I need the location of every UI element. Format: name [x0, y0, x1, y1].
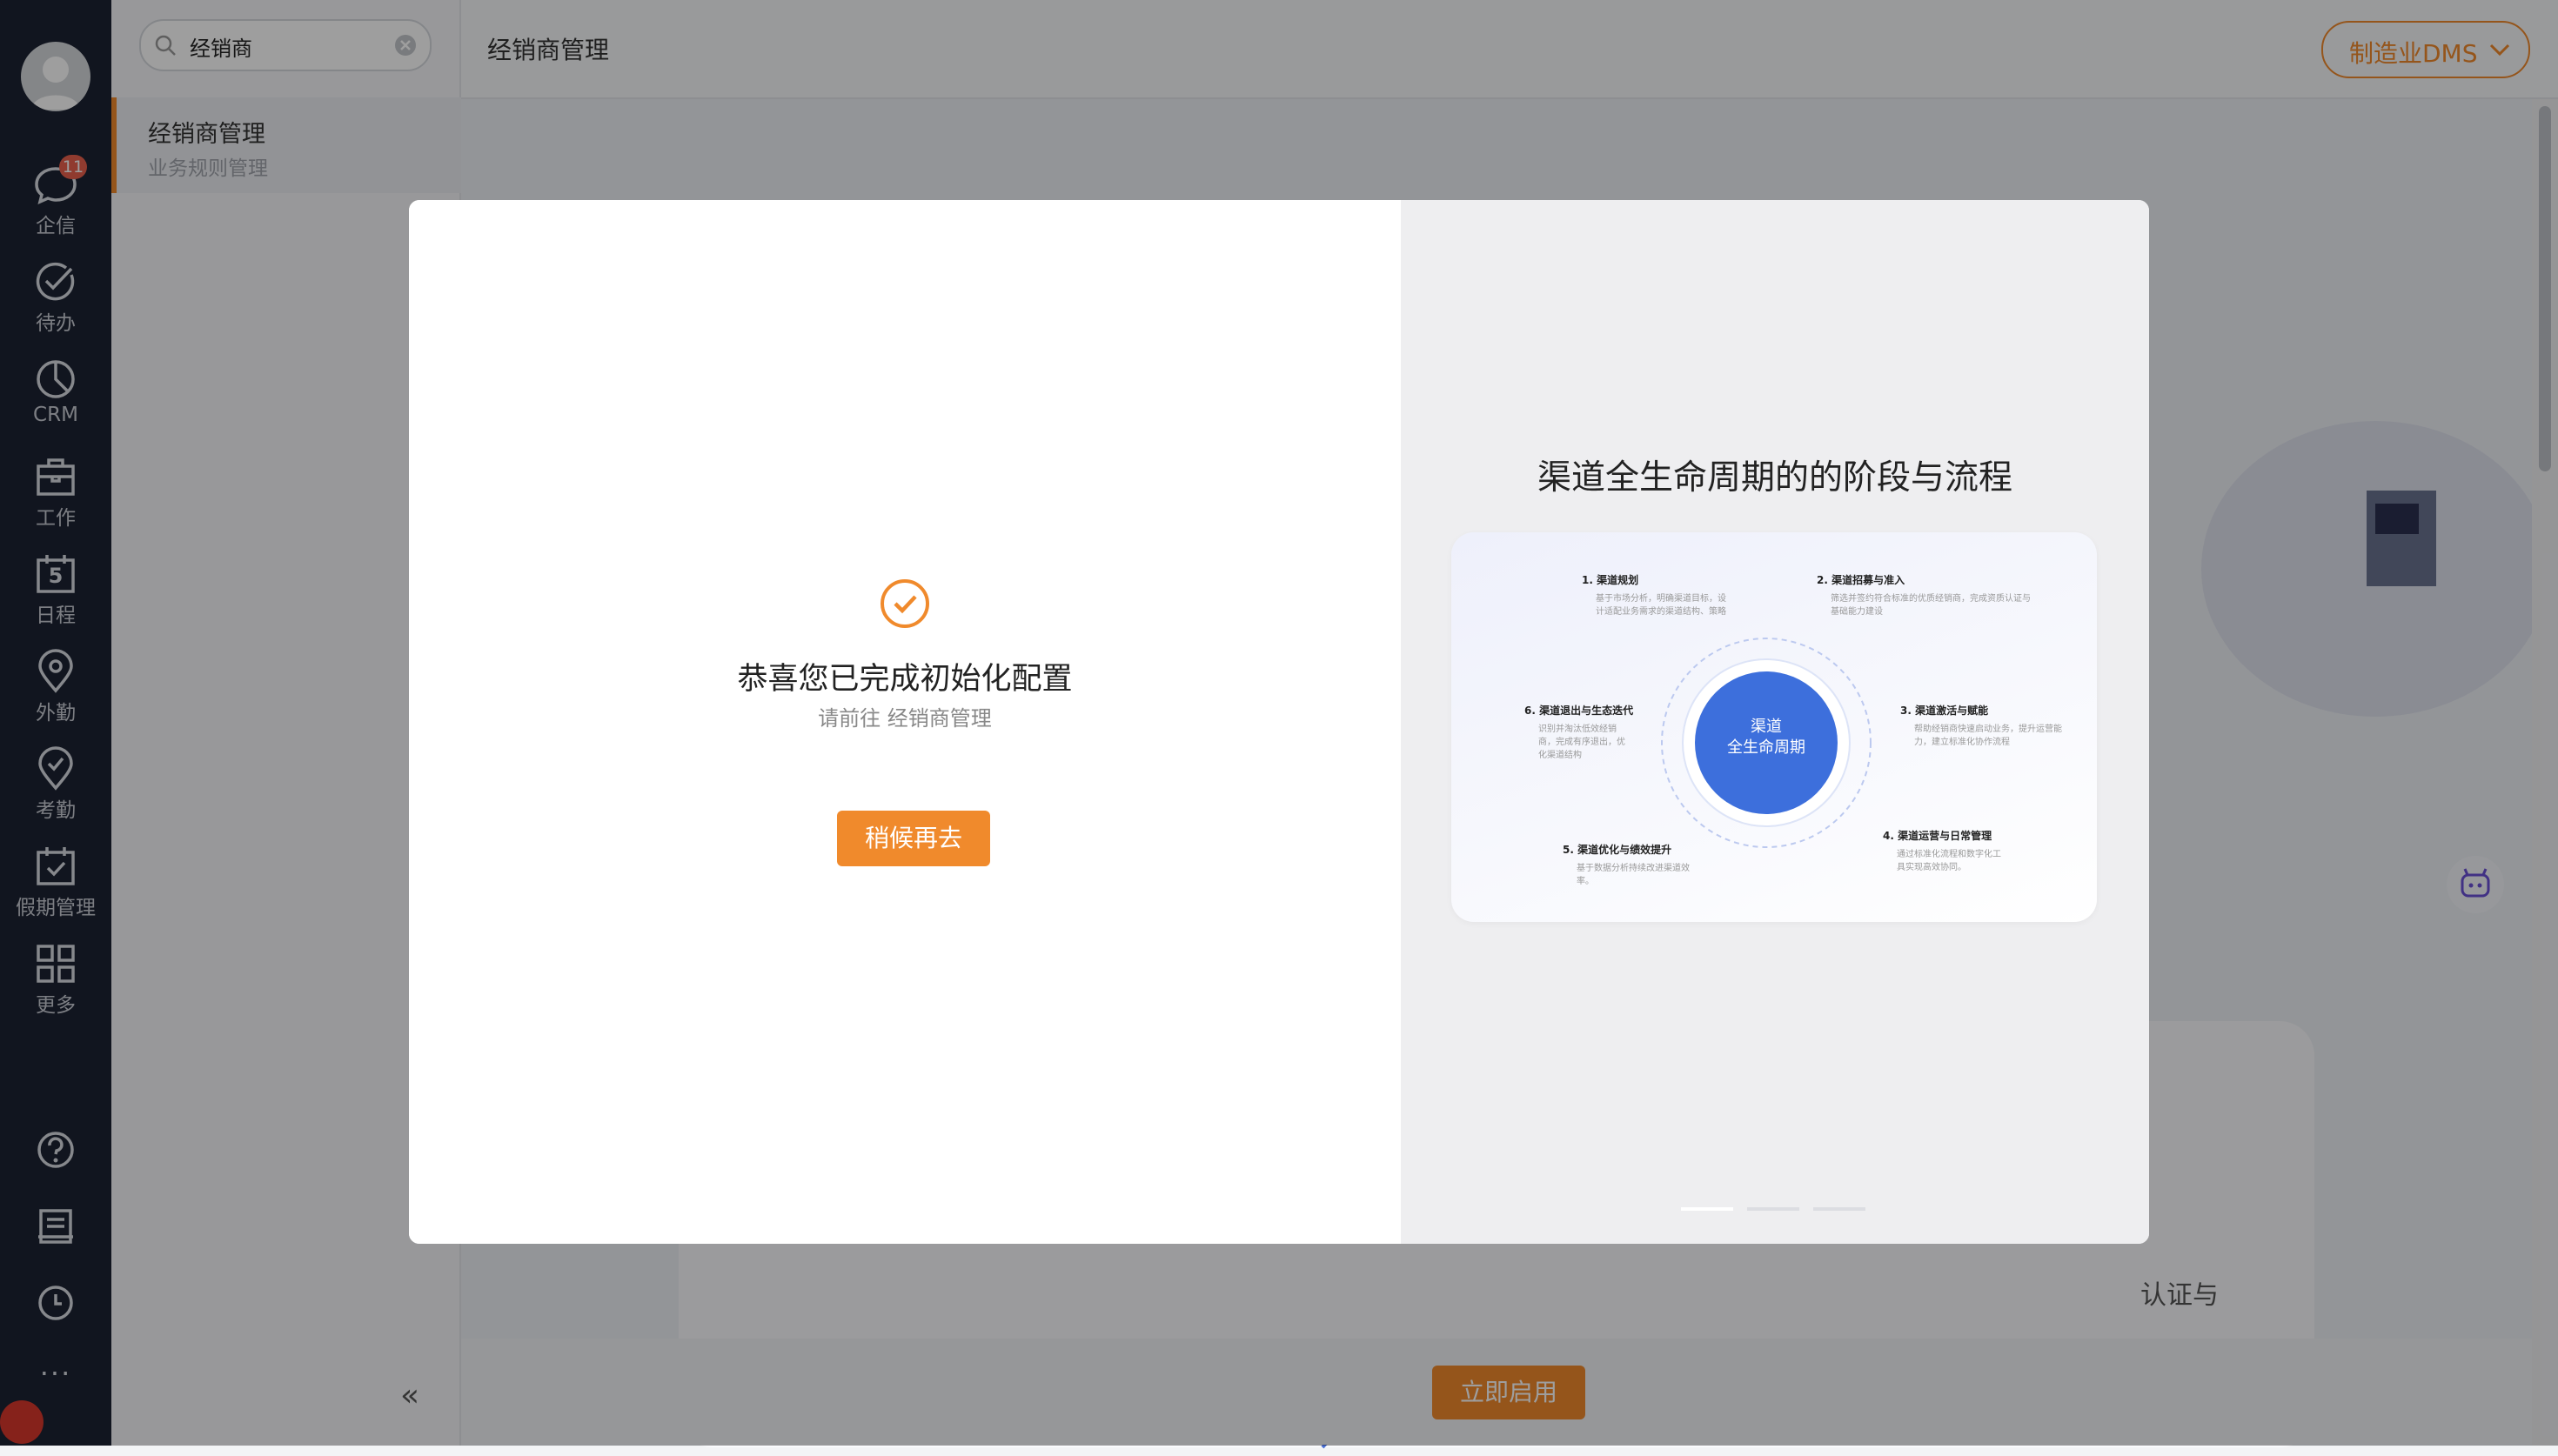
lifecycle-center-label: 渠道 全生命周期 — [1697, 717, 1836, 758]
stage-title: 3. 渠道激活与赋能 — [1900, 705, 1989, 717]
modal-right-panel: 渠道全生命周期的的阶段与流程 渠道 全生命周期 1. 渠道规划 基于市场分析，明… — [1401, 200, 2149, 1244]
center-line-2: 全生命周期 — [1727, 738, 1805, 757]
modal-left-panel: 恭喜您已完成初始化配置 请前往 经销商管理 稍候再去 — [409, 200, 1401, 1244]
stage-desc: 基础能力建设 — [1831, 607, 1883, 617]
carousel-dot[interactable] — [1747, 1207, 1799, 1211]
stage-desc: 识别并淘汰低效经销 — [1538, 725, 1617, 734]
carousel-dot-active[interactable] — [1681, 1207, 1733, 1211]
stage-title: 6. 渠道退出与生态迭代 — [1524, 705, 1634, 717]
modal-title: 恭喜您已完成初始化配置 — [737, 662, 1073, 697]
stage-desc: 计适配业务需求的渠道结构、策略 — [1596, 607, 1726, 617]
stage-item: 4. 渠道运营与日常管理 通过标准化流程和数字化工 具实现高效协同。 — [1883, 828, 2074, 872]
stage-title: 5. 渠道优化与绩效提升 — [1563, 844, 1672, 856]
stage-item: 2. 渠道招募与准入 筛选并签约符合标准的优质经销商，完成资质认证与 基础能力建… — [1817, 572, 2078, 617]
stage-desc: 基于市场分析，明确渠道目标，设 — [1596, 594, 1726, 604]
stage-title: 1. 渠道规划 — [1582, 574, 1639, 586]
carousel-dot[interactable] — [1813, 1207, 1865, 1211]
stage-desc: 帮助经销商快速启动业务，提升运营能 — [1914, 725, 2062, 734]
stage-desc: 具实现高效协同。 — [1897, 863, 1966, 872]
stage-title: 2. 渠道招募与准入 — [1817, 574, 1905, 586]
stage-item: 1. 渠道规划 基于市场分析，明确渠道目标，设 计适配业务需求的渠道结构、策略 — [1582, 572, 1756, 617]
carousel-indicators — [1681, 1207, 1872, 1212]
stage-desc: 率。 — [1577, 877, 1594, 886]
stage-desc: 力，建立标准化协作流程 — [1914, 738, 2010, 747]
stage-desc: 筛选并签约符合标准的优质经销商，完成资质认证与 — [1831, 594, 2031, 604]
modal-subtitle: 请前往 经销商管理 — [818, 706, 992, 731]
lifecycle-title: 渠道全生命周期的的阶段与流程 — [1537, 458, 2012, 498]
stage-desc: 化渠道结构 — [1538, 751, 1582, 760]
center-line-1: 渠道 — [1751, 718, 1782, 736]
stage-item: 3. 渠道激活与赋能 帮助经销商快速启动业务，提升运营能 力，建立标准化协作流程 — [1900, 703, 2092, 747]
lifecycle-card: 渠道 全生命周期 1. 渠道规划 基于市场分析，明确渠道目标，设 计适配业务需求… — [1451, 532, 2097, 922]
stage-item: 5. 渠道优化与绩效提升 基于数据分析持续改进渠道效 率。 — [1563, 842, 1737, 886]
onboarding-modal: 恭喜您已完成初始化配置 请前往 经销商管理 稍候再去 渠道全生命周期的的阶段与流… — [409, 200, 2149, 1244]
success-check-icon — [881, 579, 929, 628]
stage-desc: 通过标准化流程和数字化工 — [1897, 850, 2001, 859]
stage-desc: 基于数据分析持续改进渠道效 — [1577, 864, 1690, 873]
stage-title: 4. 渠道运营与日常管理 — [1883, 830, 1992, 842]
later-button[interactable]: 稍候再去 — [837, 811, 990, 866]
stage-item: 6. 渠道退出与生态迭代 识别并淘汰低效经销 商，完成有序退出，优 化渠道结构 — [1524, 703, 1698, 760]
stage-desc: 商，完成有序退出，优 — [1538, 738, 1625, 747]
